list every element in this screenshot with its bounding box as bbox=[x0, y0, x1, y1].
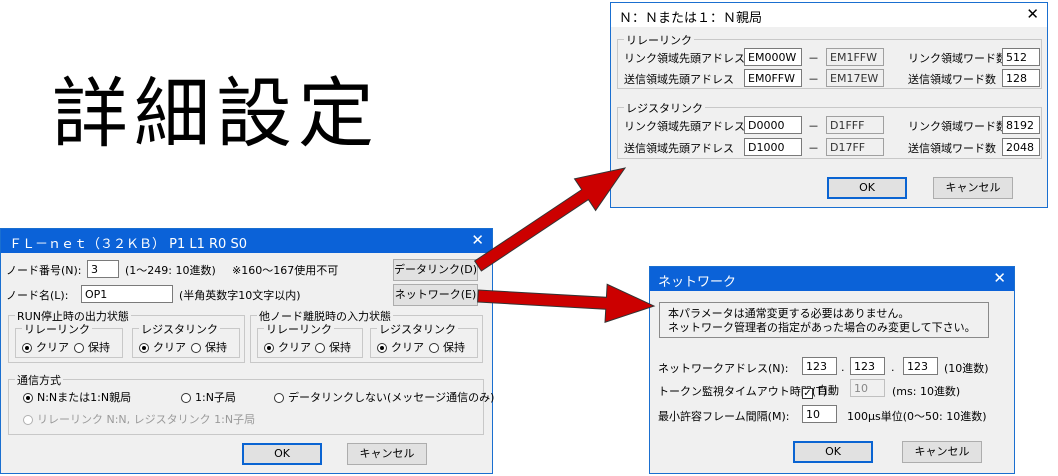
callout-arrows bbox=[473, 167, 656, 323]
arrow-to-network-dialog bbox=[477, 283, 656, 323]
arrow-to-nn-dialog bbox=[473, 167, 627, 272]
